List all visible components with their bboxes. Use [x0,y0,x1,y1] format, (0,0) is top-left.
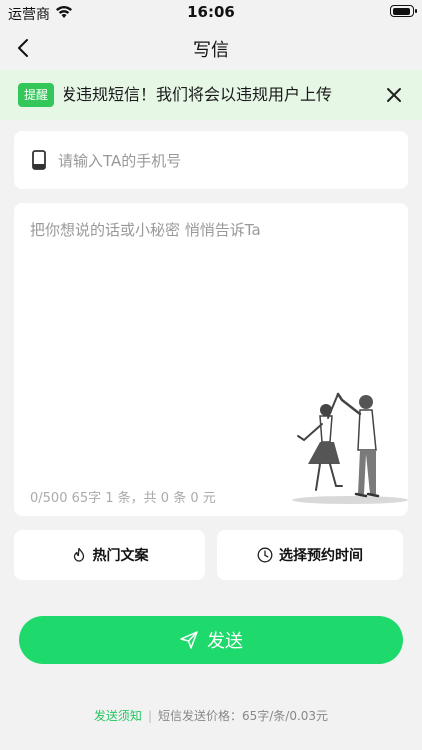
mobile-phone-icon [32,150,46,170]
phone-field-card [14,131,408,189]
hot-copy-label: 热门文案 [92,548,149,564]
notice-banner: 提醒 发违规短信！我们将会以违规用户上传 [0,70,422,120]
battery-level [392,7,410,15]
notice-badge: 提醒 [18,83,55,107]
status-bar: 运营商 16:06 [0,0,422,26]
send-notice-link[interactable]: 发送须知 [94,709,142,723]
send-button[interactable]: 发送 [19,616,403,664]
notice-text: 发违规短信！我们将会以违规用户上传 [64,85,333,104]
sms-price-text: 短信发送价格：65字/条/0.03元 [157,709,329,723]
hot-copy-button[interactable]: 热门文案 [14,530,205,580]
close-icon[interactable] [384,85,404,105]
clock: 16:06 [187,3,235,21]
page-title: 写信 [193,40,229,61]
footer-info: 发送须知 | 短信发送价格：65字/条/0.03元 [0,707,422,724]
flame-icon [73,547,84,562]
dancing-couple-illustration [292,392,408,504]
paper-plane-icon [180,631,198,649]
footer-separator: | [147,709,152,723]
clock-icon [257,547,273,563]
phone-input[interactable] [56,145,390,177]
nav-bar: 写信 [0,26,422,70]
schedule-time-label: 选择预约时间 [279,548,363,564]
notice-marquee: 发违规短信！我们将会以违规用户上传 [64,83,372,107]
battery-icon [390,5,417,17]
send-label: 发送 [207,631,243,652]
message-card: 0/500 65字 1 条，共 0 条 0 元 [14,203,408,516]
schedule-time-button[interactable]: 选择预约时间 [217,530,403,580]
character-counter: 0/500 65字 1 条，共 0 条 0 元 [30,491,216,506]
